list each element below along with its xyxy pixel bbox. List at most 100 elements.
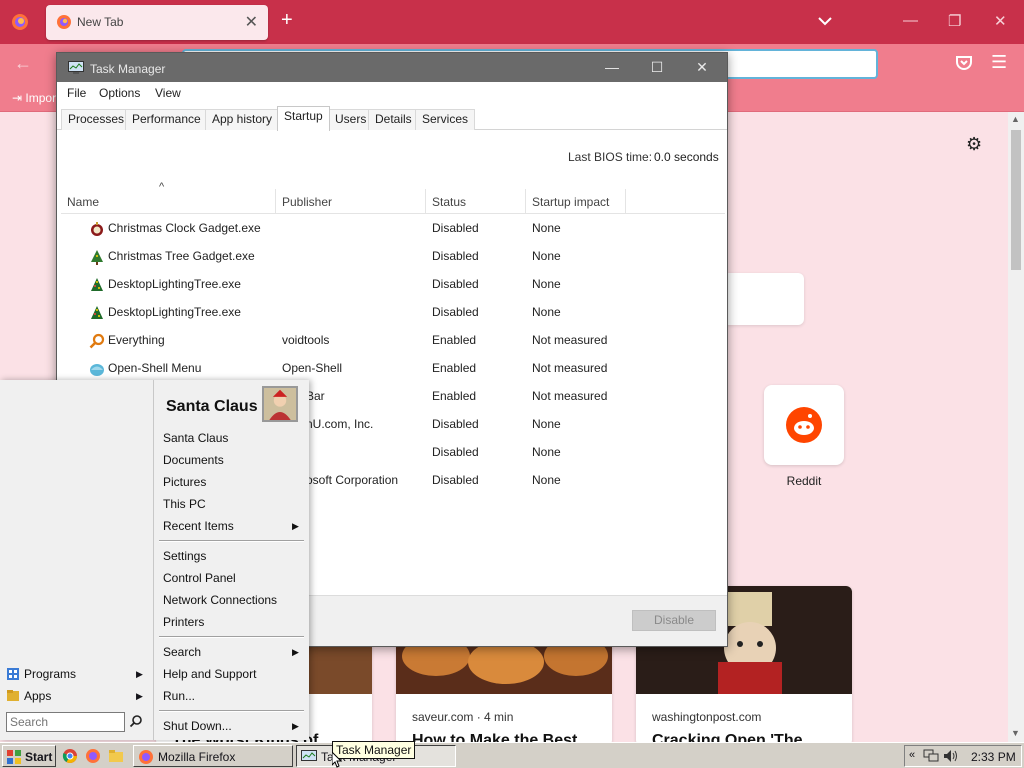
table-row[interactable]: Open-Shell Menu Open-Shell Enabled Not m…	[61, 354, 725, 382]
tm-close-icon[interactable]: ✕	[680, 53, 724, 82]
startup-name: DesktopLightingTree.exe	[108, 305, 241, 319]
column-divider[interactable]	[525, 189, 526, 214]
startup-impact: None	[532, 417, 561, 431]
startup-status: Disabled	[432, 221, 479, 235]
tab-processes[interactable]: Processes	[61, 109, 132, 130]
task-manager-icon	[68, 61, 84, 74]
back-arrow-icon[interactable]: ←	[14, 53, 32, 74]
task-manager-icon	[301, 750, 317, 761]
startup-name: Christmas Tree Gadget.exe	[108, 249, 255, 263]
startup-status: Disabled	[432, 417, 479, 431]
import-bookmarks-link[interactable]: ⇥ Import	[12, 91, 59, 105]
tab-startup[interactable]: Startup	[277, 106, 330, 131]
column-startup-impact[interactable]: Startup impact	[532, 195, 609, 209]
sm-item-help-and-support[interactable]: Help and Support	[163, 667, 256, 681]
tab-performance[interactable]: Performance	[125, 109, 208, 130]
start-menu-right-column: Santa Claus Santa Claus Documents Pictur…	[154, 380, 309, 740]
table-row[interactable]: Christmas Tree Gadget.exe Disabled None	[61, 242, 725, 270]
pocket-icon[interactable]	[955, 54, 973, 72]
startup-status: Disabled	[432, 305, 479, 319]
startup-impact: Not measured	[532, 389, 608, 403]
task-manager-titlebar[interactable]: Task Manager — ☐ ✕	[57, 53, 727, 82]
tab-details[interactable]: Details	[368, 109, 419, 130]
column-header: Name Publisher Status Startup impact	[61, 189, 725, 214]
taskbar: Start Mozilla Firefox Task Manager « 2:3…	[0, 742, 1024, 768]
menu-file[interactable]: File	[67, 86, 86, 100]
sm-item-settings[interactable]: Settings	[163, 549, 206, 563]
taskbar-item-firefox[interactable]: Mozilla Firefox	[133, 745, 293, 767]
sm-item-printers[interactable]: Printers	[163, 615, 204, 629]
file-explorer-icon[interactable]	[108, 748, 124, 764]
sm-item-recent-items[interactable]: Recent Items	[163, 519, 234, 533]
firefox-quicklaunch-icon[interactable]	[85, 748, 101, 764]
sm-item-documents[interactable]: Documents	[163, 453, 224, 467]
column-divider[interactable]	[425, 189, 426, 214]
sm-item-this-pc[interactable]: This PC	[163, 497, 206, 511]
story-source: washingtonpost.com	[652, 710, 762, 724]
start-button[interactable]: Start	[2, 745, 56, 767]
table-row[interactable]: DesktopLightingTree.exe Disabled None	[61, 270, 725, 298]
column-divider[interactable]	[625, 189, 626, 214]
table-row[interactable]: DesktopLightingTree.exe Disabled None	[61, 298, 725, 326]
table-row[interactable]: Christmas Clock Gadget.exe Disabled None	[61, 214, 725, 242]
tab-close-icon[interactable]: ✕	[245, 12, 258, 32]
disable-button[interactable]: Disable	[632, 610, 716, 631]
startup-name: Open-Shell Menu	[108, 361, 202, 375]
topsite-reddit[interactable]	[764, 385, 844, 465]
startup-impact: None	[532, 473, 561, 487]
show-hidden-icons-icon[interactable]: «	[909, 749, 915, 761]
programs-icon	[7, 668, 19, 680]
tm-maximize-icon[interactable]: ☐	[635, 53, 679, 82]
menu-view[interactable]: View	[155, 86, 181, 100]
scrollbar-thumb[interactable]	[1011, 130, 1021, 270]
column-publisher[interactable]: Publisher	[282, 195, 332, 209]
topsite-label: Reddit	[786, 474, 822, 488]
sm-item-network-connections[interactable]: Network Connections	[163, 593, 277, 607]
sm-item-search[interactable]: Search	[163, 645, 201, 659]
sm-item-control-panel[interactable]: Control Panel	[163, 571, 236, 585]
submenu-arrow-icon: ▶	[136, 691, 143, 701]
clock[interactable]: 2:33 PM	[971, 750, 1016, 764]
startup-impact: Not measured	[532, 361, 608, 375]
tab-app-history[interactable]: App history	[205, 109, 280, 130]
scroll-up-icon[interactable]: ▲	[1011, 114, 1020, 124]
start-search-input[interactable]	[7, 713, 121, 731]
start-search-box[interactable]	[6, 712, 125, 732]
restore-icon[interactable]: ❐	[948, 12, 961, 30]
scroll-down-icon[interactable]: ▼	[1011, 728, 1020, 738]
page-scrollbar[interactable]: ▲ ▼	[1008, 112, 1024, 742]
tab-services[interactable]: Services	[415, 109, 476, 130]
startup-name: DesktopLightingTree.exe	[108, 277, 241, 291]
column-divider[interactable]	[275, 189, 276, 214]
list-all-tabs-icon[interactable]	[817, 13, 833, 29]
startup-impact: None	[532, 445, 561, 459]
menu-options[interactable]: Options	[99, 86, 140, 100]
startup-status: Enabled	[432, 333, 477, 347]
new-tab-plus-icon[interactable]: +	[281, 9, 293, 32]
minimize-icon[interactable]: —	[903, 12, 918, 29]
hamburger-menu-icon[interactable]: ☰	[991, 52, 1007, 73]
submenu-arrow-icon: ▶	[292, 521, 299, 531]
table-row[interactable]: Everything voidtools Enabled Not measure…	[61, 326, 725, 354]
avatar[interactable]	[262, 386, 298, 422]
window-close-icon[interactable]: ✕	[994, 12, 1007, 30]
window-title: Task Manager	[90, 62, 166, 76]
chrome-icon[interactable]	[62, 748, 78, 764]
column-status[interactable]: Status	[432, 195, 466, 209]
sm-item-santa-claus[interactable]: Santa Claus	[163, 431, 228, 445]
network-icon[interactable]	[923, 749, 939, 763]
tab-users[interactable]: Users	[328, 109, 374, 130]
firefox-menu-icon[interactable]	[10, 12, 30, 32]
sm-item-shut-down[interactable]: Shut Down...	[163, 719, 232, 733]
christmas-tree-icon	[91, 250, 103, 265]
sm-item-run[interactable]: Run...	[163, 689, 195, 703]
sm-item-pictures[interactable]: Pictures	[163, 475, 206, 489]
gear-icon[interactable]: ⚙	[966, 134, 982, 155]
tm-minimize-icon[interactable]: —	[590, 53, 634, 82]
startup-impact: None	[532, 221, 561, 235]
column-name[interactable]: Name	[67, 195, 99, 209]
startup-impact: None	[532, 305, 561, 319]
volume-icon[interactable]	[943, 749, 959, 763]
search-icon[interactable]	[129, 714, 143, 728]
tab-new-tab[interactable]: New Tab ✕	[46, 5, 268, 40]
